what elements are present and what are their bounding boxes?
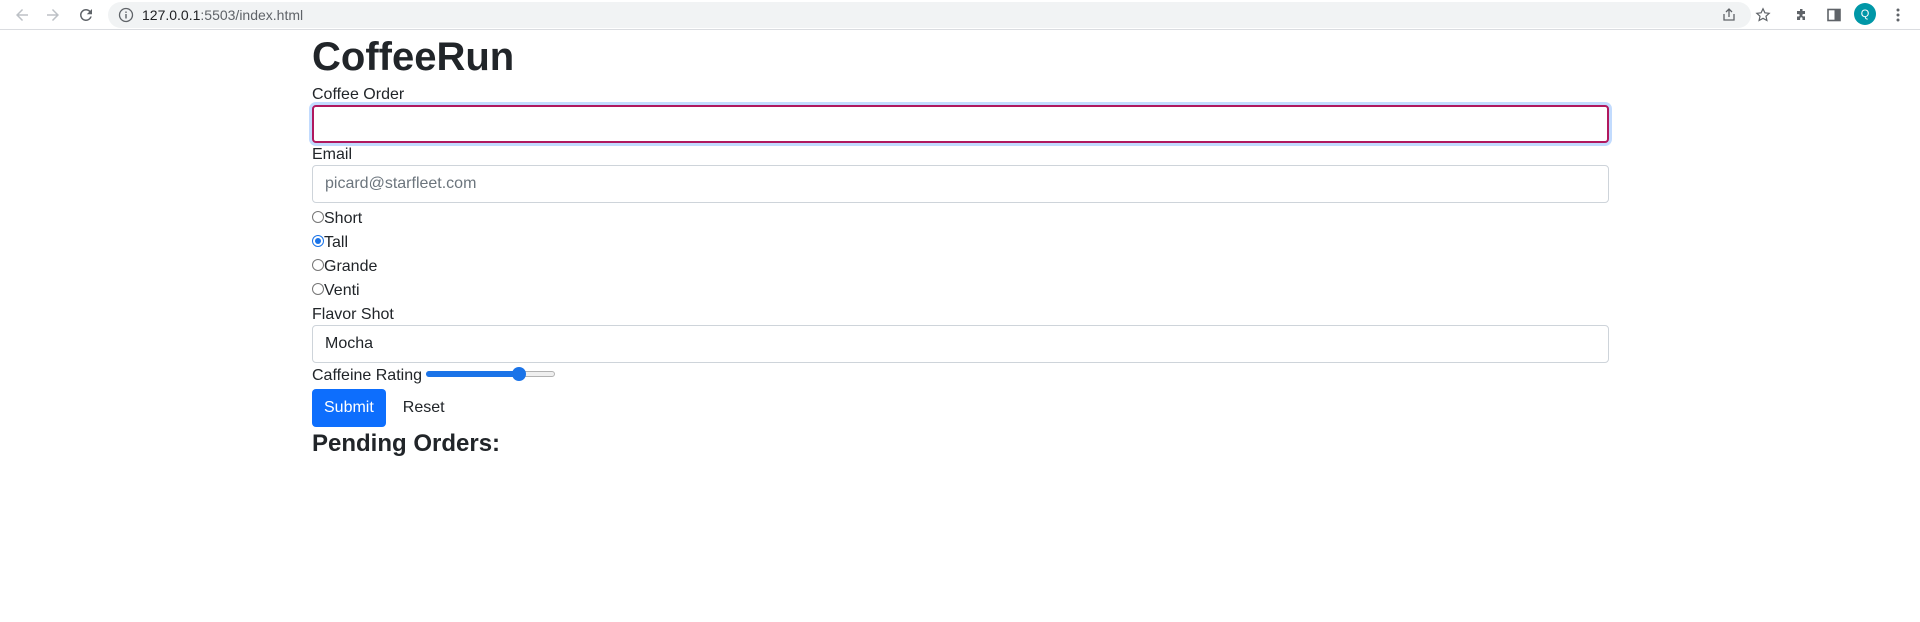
extensions-puzzle-icon[interactable]: [1791, 4, 1813, 26]
address-bar[interactable]: 127.0.0.1:5503/index.html: [108, 2, 1751, 28]
email-label: Email: [312, 146, 353, 163]
site-info-icon[interactable]: [118, 7, 134, 23]
coffee-order-input[interactable]: [312, 105, 1609, 143]
size-option-venti[interactable]: Venti: [312, 279, 1609, 303]
profile-avatar[interactable]: Q: [1854, 3, 1876, 25]
flavor-shot-label: Flavor Shot: [312, 306, 394, 323]
size-tall-radio[interactable]: [312, 235, 324, 247]
size-venti-radio[interactable]: [312, 283, 324, 295]
bookmark-star-icon[interactable]: [1752, 4, 1774, 26]
back-icon[interactable]: [9, 2, 35, 28]
menu-kebab-icon[interactable]: [1887, 4, 1909, 26]
reload-icon[interactable]: [73, 2, 99, 28]
url-path: :5503/index.html: [200, 7, 304, 23]
pending-orders-heading: Pending Orders:: [312, 430, 501, 457]
browser-toolbar: 127.0.0.1:5503/index.html Q: [0, 0, 1920, 30]
caffeine-rating-slider[interactable]: [426, 366, 555, 382]
email-input[interactable]: [312, 165, 1609, 203]
size-short-radio[interactable]: [312, 211, 324, 223]
submit-button[interactable]: Submit: [312, 389, 386, 427]
reset-button[interactable]: Reset: [386, 389, 462, 427]
share-icon[interactable]: [1721, 7, 1737, 23]
slider-fill: [426, 371, 519, 377]
size-short-label: Short: [324, 210, 363, 227]
forward-icon[interactable]: [40, 2, 66, 28]
flavor-shot-input[interactable]: [312, 325, 1609, 363]
side-panel-icon[interactable]: [1823, 4, 1845, 26]
form-actions: Submit Reset: [312, 389, 1609, 427]
size-option-grande[interactable]: Grande: [312, 255, 1609, 279]
caffeine-rating-label: Caffeine Rating: [312, 367, 422, 384]
size-venti-label: Venti: [324, 282, 360, 299]
page-title: CoffeeRun: [312, 35, 515, 79]
caffeine-rating-row: Caffeine Rating: [312, 363, 1609, 389]
url-host: 127.0.0.1: [142, 7, 201, 23]
slider-thumb[interactable]: [512, 367, 526, 381]
coffee-order-label: Coffee Order: [312, 86, 405, 103]
size-grande-label: Grande: [324, 258, 378, 275]
coffee-order-form: CoffeeRun Coffee Order Email Short Tall …: [312, 30, 1609, 459]
size-grande-radio[interactable]: [312, 259, 324, 271]
size-option-tall[interactable]: Tall: [312, 231, 1609, 255]
size-option-short[interactable]: Short: [312, 207, 1609, 231]
size-tall-label: Tall: [324, 234, 349, 251]
url-text: 127.0.0.1:5503/index.html: [142, 7, 303, 23]
